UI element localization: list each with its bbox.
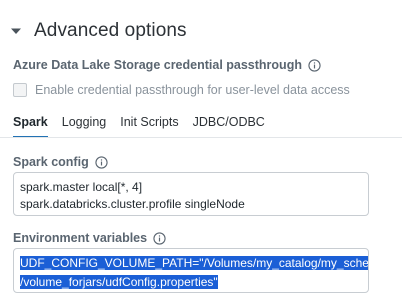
env-vars-line: /volume_forjars/udfConfig.properties" [20, 273, 362, 292]
passthrough-label: Azure Data Lake Storage credential passt… [13, 57, 321, 73]
advanced-options-panel: Advanced options Azure Data Lake Storage… [0, 0, 402, 307]
info-icon[interactable] [153, 231, 166, 245]
passthrough-checkbox-row[interactable]: Enable credential passthrough for user-l… [13, 82, 350, 98]
spark-config-line: spark.databricks.cluster.profile singleN… [20, 197, 245, 211]
info-icon[interactable] [308, 58, 321, 72]
spark-config-label-text: Spark config [13, 155, 89, 169]
selected-text: /volume_forjars/udfConfig.properties" [20, 275, 218, 289]
spark-config-textarea[interactable]: spark.master local[*, 4] spark.databrick… [13, 172, 369, 216]
passthrough-label-text: Azure Data Lake Storage credential passt… [13, 58, 302, 72]
tabs-divider [0, 137, 402, 138]
caret-down-icon[interactable] [6, 21, 26, 41]
config-tabs: Spark Logging Init Scripts JDBC/ODBC [13, 113, 402, 138]
passthrough-checkbox-label: Enable credential passthrough for user-l… [35, 83, 350, 97]
passthrough-checkbox[interactable] [13, 83, 27, 97]
env-vars-line: UDF_CONFIG_VOLUME_PATH="/Volumes/my_cata… [20, 254, 368, 273]
env-vars-label: Environment variables [13, 230, 166, 246]
env-vars-textarea[interactable]: UDF_CONFIG_VOLUME_PATH="/Volumes/my_cata… [13, 248, 369, 293]
tab-jdbc-odbc[interactable]: JDBC/ODBC [193, 113, 265, 138]
tab-logging[interactable]: Logging [62, 113, 107, 138]
spark-config-label: Spark config [13, 154, 108, 170]
advanced-options-toggle[interactable]: Advanced options [6, 16, 187, 46]
info-icon[interactable] [95, 155, 108, 169]
env-vars-label-text: Environment variables [13, 231, 148, 245]
selected-text: UDF_CONFIG_VOLUME_PATH="/Volumes/my_cata… [20, 256, 368, 270]
section-title: Advanced options [34, 20, 187, 41]
tab-spark[interactable]: Spark [13, 113, 48, 138]
tab-init-scripts[interactable]: Init Scripts [120, 113, 178, 138]
spark-config-line: spark.master local[*, 4] [20, 180, 143, 194]
